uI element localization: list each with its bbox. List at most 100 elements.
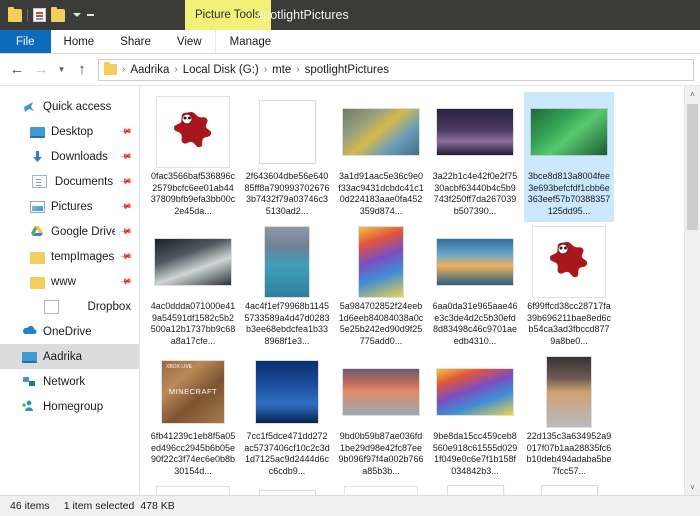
sidebar-item-label: Network bbox=[43, 375, 86, 388]
pin-icon[interactable]: 📌 bbox=[119, 275, 132, 288]
thumbnail-grid[interactable]: 0fac3566baf536896c2579bcfc6ee01ab4437809… bbox=[140, 86, 700, 495]
sidebar-item-network[interactable]: Network bbox=[0, 369, 139, 394]
colorful-boats-photo bbox=[359, 227, 403, 297]
file-item[interactable] bbox=[524, 482, 614, 495]
blank-page bbox=[447, 486, 503, 495]
file-name-label: 3bce8d813a8004fee3e693befcfdf1cbb6e363ee… bbox=[527, 171, 611, 216]
breadcrumb-item-mte[interactable]: mte bbox=[272, 64, 291, 76]
breadcrumb-separator: › bbox=[263, 64, 268, 75]
file-item[interactable]: 6f99ffcd38cc28717fa39b696211bae8ed6cb54c… bbox=[524, 222, 614, 352]
file-item[interactable]: 0fac3566baf536896c2579bcfc6ee01ab4437809… bbox=[148, 92, 238, 222]
file-name-label: 3a22b1c4e42f0e2f7530acbf63440b4c5b9743f2… bbox=[432, 171, 518, 216]
tab-view[interactable]: View bbox=[164, 30, 215, 53]
sidebar-item-label: OneDrive bbox=[43, 325, 92, 338]
file-item[interactable]: 9be8da15cc459ceb8560e918c61555d0291f049e… bbox=[430, 352, 520, 482]
file-name-label: 9bd0b59b87ae036fd1be29d98e42fc87ee9b096f… bbox=[338, 431, 424, 476]
breadcrumb-item-aadrika[interactable]: Aadrika bbox=[130, 64, 169, 76]
toolbar-divider bbox=[87, 14, 94, 16]
sidebar-item-documents[interactable]: Documents 📌 bbox=[0, 169, 139, 194]
file-item[interactable]: 4ac4f1ef79968b11455733589a4d47d0283b3ee6… bbox=[242, 222, 332, 352]
file-item[interactable]: 3a1d91aac5e36c9e0f33ac9431dcbdc41c10d224… bbox=[336, 92, 426, 222]
folder-icon[interactable] bbox=[8, 6, 22, 22]
pin-icon[interactable]: 📌 bbox=[119, 200, 132, 213]
file-name-label: 6f99ffcd38cc28717fa39b696211bae8ed6cb54c… bbox=[527, 301, 611, 346]
sidebar-item-tempimages[interactable]: tempImages 📌 bbox=[0, 244, 139, 269]
file-item[interactable]: 6aa0da31e965aae46e3c3de4d2c5b30efd8d8349… bbox=[430, 222, 520, 352]
file-name-label: 22d135c3a634952a9017f07b1aa28835fc6b10de… bbox=[526, 431, 612, 476]
folder-icon bbox=[30, 251, 45, 264]
selection-count-label: 1 item selected bbox=[63, 500, 135, 512]
pin-icon[interactable]: 📌 bbox=[119, 150, 132, 163]
file-item[interactable]: 5a984702852f24eeb1d6eeb84084038a0c5e25b2… bbox=[336, 222, 426, 352]
minecraft-xbox-tile: XBOX LIVE MINECRAFT bbox=[162, 361, 224, 423]
forward-arrow-icon[interactable]: → bbox=[30, 59, 52, 81]
file-name-label: 0fac3566baf536896c2579bcfc6ee01ab4437809… bbox=[150, 171, 236, 216]
vertical-scrollbar[interactable]: ˄ ˅ bbox=[684, 86, 700, 495]
file-item[interactable]: 37c86e934e3a51ce3d6a4da697a729ae4deafbdd… bbox=[242, 482, 332, 495]
file-item[interactable]: 3a22b1c4e42f0e2f7530acbf63440b4c5b9743f2… bbox=[430, 92, 520, 222]
window-title-label: spotlightPictures bbox=[257, 8, 349, 22]
chevron-down-icon[interactable] bbox=[73, 13, 81, 17]
file-item[interactable]: 33a79e0cec937faa8596dd2e372b592111148f57… bbox=[148, 482, 238, 495]
breadcrumb-item-local-disk[interactable]: Local Disk (G:) bbox=[183, 64, 259, 76]
tab-file[interactable]: File bbox=[0, 30, 51, 53]
scrollbar-thumb[interactable] bbox=[687, 104, 698, 230]
homegroup-icon bbox=[22, 400, 37, 414]
sidebar-item-label: Homegroup bbox=[43, 400, 104, 413]
scroll-up-icon[interactable]: ˄ bbox=[685, 86, 700, 102]
file-item[interactable]: 9bd0b59b87ae036fd1be29d98e42fc87ee9b096f… bbox=[336, 352, 426, 482]
sidebar-item-label: Dropbox bbox=[87, 300, 131, 313]
sidebar-item-google-drive[interactable]: Google Drive 📌 bbox=[0, 219, 139, 244]
river-autumn-photo bbox=[343, 109, 419, 155]
new-folder-icon[interactable] bbox=[51, 6, 65, 22]
back-arrow-icon[interactable]: ← bbox=[6, 59, 28, 81]
file-item[interactable] bbox=[430, 482, 520, 495]
sidebar-item-aadrika[interactable]: Aadrika bbox=[0, 344, 139, 369]
ribbon-tabstrip: File Home Share View Manage bbox=[0, 30, 700, 54]
sidebar-item-downloads[interactable]: Downloads 📌 bbox=[0, 144, 139, 169]
sidebar-item-label: Pictures bbox=[51, 200, 93, 213]
file-item[interactable]: 2f643604dbe56e64085ff8a7909937026763b743… bbox=[242, 92, 332, 222]
file-list-pane[interactable]: 0fac3566baf536896c2579bcfc6ee01ab4437809… bbox=[140, 86, 700, 495]
network-icon bbox=[22, 375, 37, 389]
sidebar-item-homegroup[interactable]: Homegroup bbox=[0, 394, 139, 419]
sidebar-item-label: Documents bbox=[54, 175, 114, 188]
sidebar-item-dropbox[interactable]: Dropbox bbox=[0, 294, 139, 319]
file-item[interactable]: 81e9ba277c14bd42308a4fc5150375426709549d… bbox=[336, 482, 426, 495]
sidebar-item-quick-access[interactable]: Quick access bbox=[0, 94, 139, 119]
sidebar-item-onedrive[interactable]: OneDrive bbox=[0, 319, 139, 344]
file-item[interactable]: 7cc1f5dce471dd272ac5737406cf10c2c3d1d712… bbox=[242, 352, 332, 482]
file-item[interactable]: XBOX LIVE MINECRAFT 6fb41239c1eb8f5a05ed49… bbox=[148, 352, 238, 482]
sidebar-item-label: Downloads bbox=[51, 150, 108, 163]
thumbnail-wrapper bbox=[530, 96, 608, 168]
recent-locations-icon[interactable]: ▾ bbox=[54, 59, 69, 81]
file-item[interactable]: 3bce8d813a8004fee3e693befcfdf1cbb6e363ee… bbox=[524, 92, 614, 222]
scroll-down-icon[interactable]: ˅ bbox=[685, 479, 700, 495]
file-item[interactable]: 22d135c3a634952a9017f07b1aa28835fc6b10de… bbox=[524, 352, 614, 482]
pin-icon[interactable]: 📌 bbox=[119, 175, 132, 188]
tab-home[interactable]: Home bbox=[51, 30, 108, 53]
sidebar-item-pictures[interactable]: Pictures 📌 bbox=[0, 194, 139, 219]
pin-icon[interactable]: 📌 bbox=[119, 225, 132, 238]
tab-share[interactable]: Share bbox=[107, 30, 164, 53]
red-splat-icon bbox=[157, 487, 229, 495]
sidebar-item-label: www bbox=[51, 275, 76, 288]
onedrive-icon bbox=[22, 325, 37, 339]
thumbnail-wrapper bbox=[436, 356, 514, 428]
tab-manage-label: Manage bbox=[229, 35, 272, 48]
properties-icon[interactable] bbox=[33, 8, 46, 22]
breadcrumb-item-spotlightpictures[interactable]: spotlightPictures bbox=[305, 64, 389, 76]
sidebar-item-desktop[interactable]: Desktop 📌 bbox=[0, 119, 139, 144]
contextual-tab-label: Picture Tools bbox=[195, 9, 261, 21]
pier-fog-photo bbox=[547, 357, 591, 427]
pin-icon[interactable]: 📌 bbox=[119, 125, 132, 138]
sidebar-item-www[interactable]: www 📌 bbox=[0, 269, 139, 294]
up-arrow-icon[interactable]: ↑ bbox=[71, 59, 93, 81]
file-name-label: 6aa0da31e965aae46e3c3de4d2c5b30efd8d8349… bbox=[432, 301, 518, 346]
tab-manage[interactable]: Manage bbox=[214, 30, 286, 53]
pin-icon[interactable]: 📌 bbox=[119, 250, 132, 263]
navigation-pane[interactable]: Quick access Desktop 📌 Downloads 📌 Documents 📌… bbox=[0, 86, 140, 495]
breadcrumb[interactable]: › Aadrika › Local Disk (G:) › mte › spot… bbox=[98, 58, 694, 81]
file-item[interactable]: 4ac0ddda071000e419a54591df1582c5b2500a12… bbox=[148, 222, 238, 352]
quick-access-toolbar[interactable] bbox=[8, 6, 94, 22]
